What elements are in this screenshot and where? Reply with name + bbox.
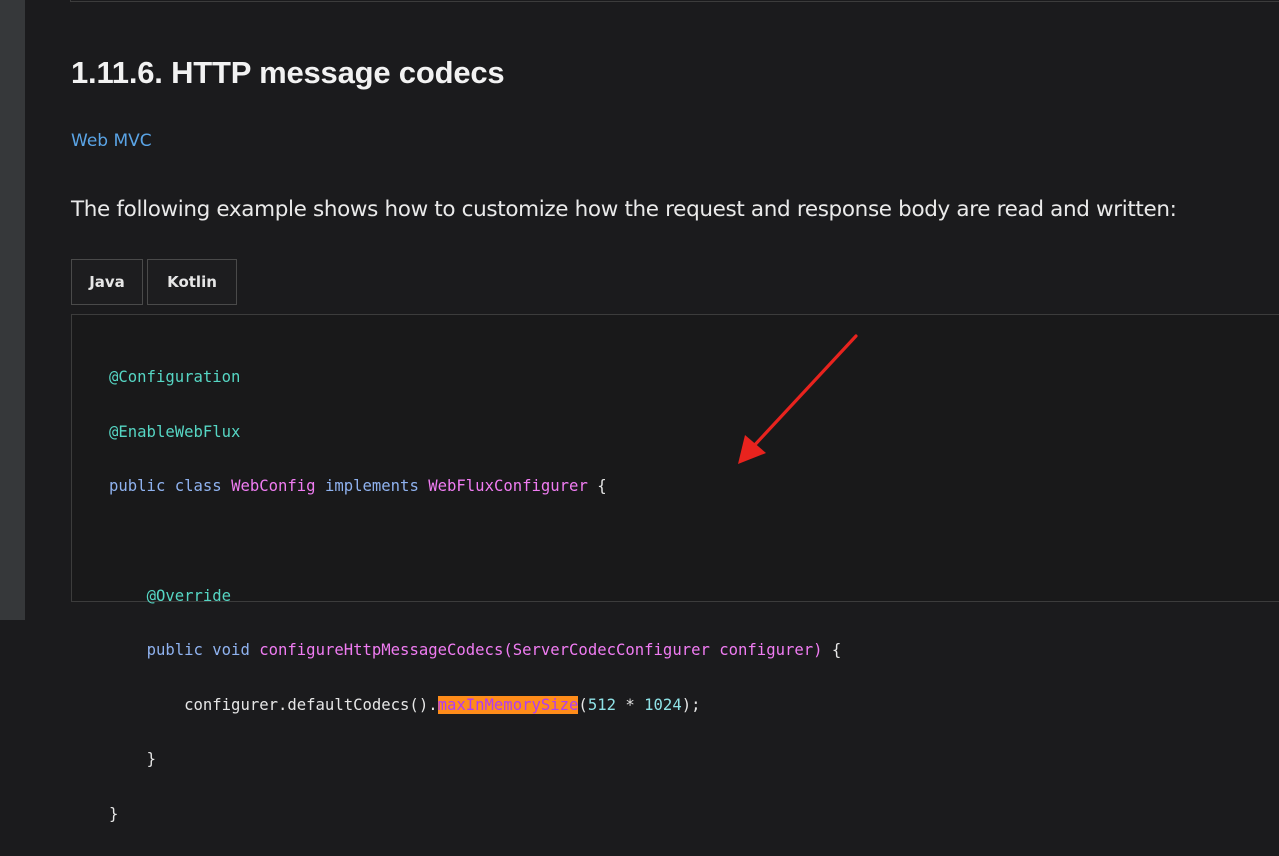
highlighted-method: maxInMemorySize bbox=[437, 695, 579, 714]
code-line: @Override bbox=[146, 586, 232, 605]
code-content: @Configuration @EnableWebFlux public cla… bbox=[109, 337, 841, 856]
left-sidebar-rail bbox=[0, 0, 25, 620]
code-line: } bbox=[109, 805, 119, 824]
code-line: public void configureHttpMessageCodecs(S… bbox=[146, 641, 842, 660]
code-line: @EnableWebFlux bbox=[109, 422, 241, 441]
code-block: @Configuration @EnableWebFlux public cla… bbox=[71, 314, 1279, 823]
description-paragraph: The following example shows how to custo… bbox=[71, 197, 1177, 222]
code-line: } bbox=[146, 750, 156, 769]
tab-kotlin[interactable]: Kotlin bbox=[147, 259, 237, 305]
code-line: configurer.defaultCodecs().maxInMemorySi… bbox=[184, 695, 701, 714]
language-tabs: Java Kotlin bbox=[71, 259, 237, 305]
section-heading: 1.11.6. HTTP message codecs bbox=[71, 55, 505, 90]
previous-block-border bbox=[70, 0, 1279, 2]
tab-java[interactable]: Java bbox=[71, 259, 143, 305]
code-line: @Configuration bbox=[109, 368, 241, 387]
web-mvc-link[interactable]: Web MVC bbox=[71, 131, 152, 151]
code-line: public class WebConfig implements WebFlu… bbox=[109, 477, 607, 496]
